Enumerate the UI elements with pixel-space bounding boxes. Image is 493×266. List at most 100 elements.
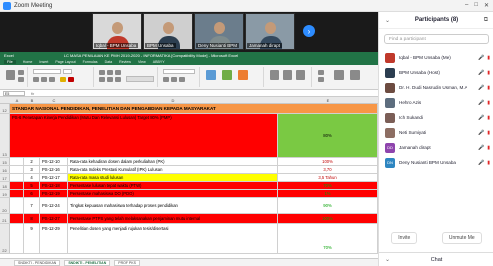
underline-icon[interactable] xyxy=(49,77,55,82)
conditional-formatting-icon[interactable] xyxy=(206,70,216,80)
target-value-cell[interactable]: 70% xyxy=(278,224,378,253)
cell-a[interactable] xyxy=(10,198,24,213)
column-header-d[interactable]: D xyxy=(68,98,278,103)
chat-chevron-icon[interactable]: ⌄ xyxy=(385,256,390,263)
participant-item[interactable]: DN Deny Nusianti BPM Unsaba 🎤 ▮ xyxy=(379,155,493,170)
indicator-description-cell[interactable]: Rata-rata Indeks Prestasi Kumulatif (IPK… xyxy=(68,166,278,173)
target-value-cell[interactable]: 70% xyxy=(278,182,378,189)
invite-button[interactable]: Invite xyxy=(391,232,418,244)
bold-icon[interactable] xyxy=(33,77,39,82)
row-number[interactable]: 19 xyxy=(0,190,10,197)
merge-center-button[interactable] xyxy=(126,76,154,82)
row-number[interactable]: 20 xyxy=(0,198,10,213)
participant-item[interactable]: Iqbal - BPM Unsaba (Me) 🎤 ▮ xyxy=(379,50,493,65)
font-size-select[interactable] xyxy=(63,69,72,74)
microphone-icon[interactable]: 🎤 xyxy=(478,160,484,166)
ribbon-tab-data[interactable]: Data xyxy=(105,60,113,64)
fill-color-icon[interactable] xyxy=(60,77,66,82)
sort-filter-icon[interactable] xyxy=(334,70,344,80)
ribbon-tab-review[interactable]: Review xyxy=(119,60,131,64)
indicator-description-cell[interactable]: Persentase mahasiswa DO (PDO) xyxy=(68,190,278,197)
cell-a[interactable] xyxy=(10,174,24,181)
item-number-cell[interactable]: 9 xyxy=(24,224,40,253)
paste-icon[interactable] xyxy=(6,70,15,80)
camera-icon[interactable]: ▮ xyxy=(487,100,490,106)
collapse-chevron-icon[interactable]: ⌄ xyxy=(385,17,390,24)
camera-icon[interactable]: ▮ xyxy=(487,115,490,121)
italic-icon[interactable] xyxy=(41,77,47,82)
participant-item[interactable]: DD Jamanah dirapt 🎤 ▮ xyxy=(379,140,493,155)
microphone-icon[interactable]: 🎤 xyxy=(478,70,484,76)
column-header-b[interactable]: B xyxy=(24,98,40,103)
ribbon-tab-abbyy[interactable]: ABBYY xyxy=(153,60,165,64)
format-as-table-icon[interactable] xyxy=(222,70,232,80)
font-color-icon[interactable] xyxy=(68,77,74,82)
microphone-icon[interactable]: 🎤 xyxy=(478,130,484,136)
ribbon-tab-file[interactable]: File xyxy=(4,60,16,64)
sheet-tab[interactable]: SNDIKTI - PENDIDIKAN xyxy=(14,259,61,266)
cell-a[interactable] xyxy=(10,158,24,165)
item-number-cell[interactable]: 3 xyxy=(24,166,40,173)
column-header-a[interactable]: A xyxy=(10,98,24,103)
indicator-code-cell[interactable]: PS-12-17 xyxy=(40,174,68,181)
standard-description-cell[interactable]: PS-6 Penetapan Kinerja Pendidikan (Mutu … xyxy=(10,114,278,157)
participant-search-input[interactable]: Find a participant xyxy=(384,34,489,44)
indicator-code-cell[interactable]: PS-12-10 xyxy=(40,158,68,165)
ribbon-tab-formulas[interactable]: Formulas xyxy=(83,60,98,64)
indicator-code-cell[interactable]: PS-12-16 xyxy=(40,166,68,173)
cell-a[interactable] xyxy=(10,190,24,197)
microphone-icon[interactable]: 🎤 xyxy=(478,55,484,61)
align-center-icon[interactable] xyxy=(107,77,113,82)
row-number[interactable]: 17 xyxy=(0,174,10,181)
autosum-icon[interactable] xyxy=(318,70,324,75)
copy-icon[interactable] xyxy=(18,77,24,82)
item-number-cell[interactable]: 5 xyxy=(24,182,40,189)
chat-bar[interactable]: ⌄ Chat xyxy=(379,252,493,266)
camera-icon[interactable]: ▮ xyxy=(487,85,490,91)
camera-icon[interactable]: ▮ xyxy=(487,55,490,61)
indicator-description-cell[interactable]: Rata-rata kehadiran dosen dalam perkulia… xyxy=(68,158,278,165)
close-button[interactable]: ✕ xyxy=(484,2,489,9)
participant-item[interactable]: BPM Unsaba (Host) 🎤 ▮ xyxy=(379,65,493,80)
indicator-description-cell[interactable]: Persentase lulusan tepat waktu (PTW) xyxy=(68,182,278,189)
row-number[interactable]: 21 xyxy=(0,214,10,223)
name-box[interactable]: E5 xyxy=(3,90,25,96)
item-number-cell[interactable]: 4 xyxy=(24,174,40,181)
target-value-cell[interactable]: 90% xyxy=(278,198,378,213)
indicator-code-cell[interactable]: PS-12-29 xyxy=(40,224,68,253)
ribbon-tab-view[interactable]: View xyxy=(138,60,146,64)
video-tile[interactable]: BPM Unsaba xyxy=(143,13,193,50)
column-header-c[interactable]: C xyxy=(40,98,68,103)
item-number-cell[interactable]: 6 xyxy=(24,190,40,197)
percent-icon[interactable] xyxy=(171,77,177,82)
participant-item[interactable]: Dr. H. Dudi Nasrudin Usman, M.Ag 🎤 ▮ xyxy=(379,80,493,95)
row-number[interactable]: 13 xyxy=(0,114,10,157)
item-number-cell[interactable]: 7 xyxy=(24,198,40,213)
popout-icon[interactable]: ⧉ xyxy=(484,17,488,24)
number-format-select[interactable] xyxy=(163,69,195,74)
cell-a[interactable] xyxy=(10,182,24,189)
indicator-code-cell[interactable]: PS-12-27 xyxy=(40,214,68,223)
microphone-icon[interactable]: 🎤 xyxy=(478,100,484,106)
align-middle-icon[interactable] xyxy=(107,70,113,75)
align-left-icon[interactable] xyxy=(99,77,105,82)
camera-icon[interactable]: ▮ xyxy=(487,160,490,166)
align-top-icon[interactable] xyxy=(99,70,105,75)
cut-icon[interactable] xyxy=(18,70,24,75)
next-videos-arrow-icon[interactable]: › xyxy=(303,25,315,37)
indicator-code-cell[interactable]: PS-12-18 xyxy=(40,182,68,189)
target-value-cell[interactable]: 3,70 xyxy=(278,166,378,173)
currency-icon[interactable] xyxy=(163,77,169,82)
row-number[interactable]: 15 xyxy=(0,158,10,165)
cell-a[interactable] xyxy=(10,166,24,173)
indicator-description-cell[interactable]: Persentase PTPS yang telah melaksanakan … xyxy=(68,214,278,223)
cell-styles-icon[interactable] xyxy=(238,70,248,80)
indicator-description-cell[interactable]: Rata-rata masa studi lulusan xyxy=(68,174,278,181)
unmute-me-button[interactable]: Unmute Me xyxy=(441,232,482,244)
row-number[interactable]: 22 xyxy=(0,224,10,253)
fx-icon[interactable]: fx xyxy=(31,91,34,96)
item-number-cell[interactable]: 2 xyxy=(24,158,40,165)
item-number-cell[interactable]: 8 xyxy=(24,214,40,223)
camera-icon[interactable]: ▮ xyxy=(487,70,490,76)
fill-icon[interactable] xyxy=(318,77,324,82)
